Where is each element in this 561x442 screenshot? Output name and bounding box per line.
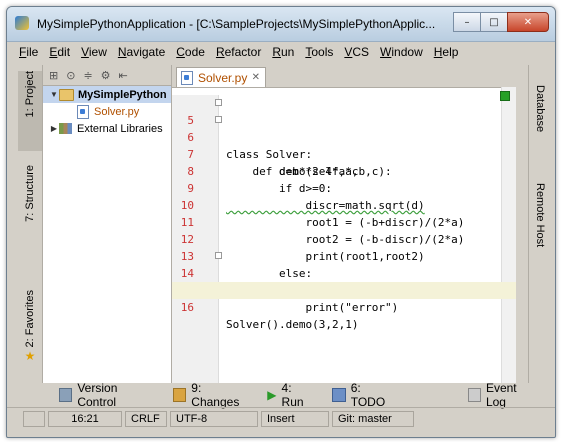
caret-position[interactable]: 16:21 [48, 411, 122, 427]
menu-help[interactable]: Help [434, 45, 459, 59]
tree-item-label: MySimplePython [78, 88, 167, 101]
menu-window[interactable]: Window [380, 45, 423, 59]
menu-code[interactable]: Code [176, 45, 205, 59]
line-separator[interactable]: CRLF [125, 411, 167, 427]
code-line: 10 root1 = (-b+discr)/(2*a) [172, 180, 516, 229]
python-file-icon [77, 104, 89, 119]
library-icon [59, 123, 72, 134]
code-line: 9 discr=math.sqrt(d) [172, 163, 516, 212]
code-line: 11 root2 = (-b-discr)/(2*a) [172, 197, 516, 246]
tab-remote-host-label: Remote Host [534, 183, 546, 248]
tab-database-label: Database [534, 85, 546, 133]
tab-structure-label: 7: Structure [24, 165, 36, 222]
close-tab-icon[interactable]: ✕ [252, 72, 260, 83]
tree-item-external-libraries[interactable]: ▶ External Libraries [43, 120, 171, 137]
editor-tab-solver[interactable]: Solver.py ✕ [176, 67, 266, 87]
code-line: 12 print(root1,root2) [172, 214, 516, 263]
tab-favorites[interactable]: 2: Favorites ★ [18, 290, 42, 376]
editor-tab-bar: Solver.py ✕ [172, 65, 516, 88]
python-file-icon [181, 70, 193, 85]
tree-item-label: External Libraries [77, 122, 163, 135]
code-text: Solver().demo(3,2,1) [226, 318, 359, 331]
code-line: 13 else: [172, 231, 516, 280]
todo-label: 6: TODO [350, 381, 386, 409]
pycharm-icon [15, 16, 29, 30]
code-line: 5 class Solver: [172, 95, 516, 161]
tab-project[interactable]: 1: Project [18, 71, 42, 151]
version-control-button[interactable]: Version Control [59, 381, 155, 409]
changes-label: 9: Changes [191, 381, 240, 409]
project-toolbar: ⊞ ⊙ ≑ ⚙ ⇤ [43, 65, 171, 86]
todo-button[interactable]: 6: TODO [332, 381, 395, 409]
tree-item-solver[interactable]: Solver.py [43, 103, 171, 120]
code-text: print("error") [226, 301, 399, 314]
run-button[interactable]: ▶ 4: Run [267, 381, 314, 409]
right-tool-strip: Database Remote Host [528, 65, 555, 383]
fold-marker-icon[interactable] [215, 116, 222, 123]
project-panel: ⊞ ⊙ ≑ ⚙ ⇤ ▼ MySimplePython Solver.py ▶ E… [43, 65, 172, 383]
code-line: 15 [172, 265, 516, 297]
code-editor[interactable]: Solver.py ✕ 5 class Solver: 6 def demo(s… [172, 65, 516, 383]
tab-remote-host[interactable]: Remote Host [534, 183, 546, 250]
close-button[interactable]: ✕ [507, 12, 549, 32]
run-icon: ▶ [267, 388, 277, 402]
expand-arrow-icon[interactable]: ▶ [49, 124, 59, 133]
code-lines: 5 class Solver: 6 def demo(self,a,b,c): … [172, 95, 516, 331]
window-controls: – □ ✕ [453, 12, 549, 32]
left-tool-strip: 1: Project 7: Structure 2: Favorites ★ [18, 65, 43, 383]
tree-item-label: Solver.py [94, 105, 140, 118]
title-bar[interactable]: MySimplePythonApplication - [C:\SamplePr… [7, 7, 555, 42]
event-log-button[interactable]: Event Log [467, 381, 537, 409]
star-icon: ★ [24, 349, 36, 364]
event-log-icon [467, 388, 481, 402]
code-line: 7 d=b**2-4*a*c [172, 129, 516, 178]
fold-marker-icon[interactable] [215, 99, 222, 106]
folder-icon [59, 88, 74, 101]
code-line-current: 16 Solver().demo(3,2,1) [172, 282, 516, 331]
changes-button[interactable]: 9: Changes [172, 381, 249, 409]
editor-tab-label: Solver.py [198, 70, 248, 85]
version-control-label: Version Control [77, 381, 118, 409]
collapse-arrow-icon[interactable]: ▼ [49, 90, 59, 99]
insert-mode[interactable]: Insert [261, 411, 329, 427]
code-line: 6 def demo(self,a,b,c): [172, 112, 516, 178]
version-control-icon [59, 388, 73, 402]
menu-tools[interactable]: Tools [305, 45, 333, 59]
line-number: 16 [180, 301, 194, 314]
fold-marker-icon[interactable] [215, 252, 222, 259]
settings-icon[interactable]: ⚙ [101, 69, 111, 82]
changes-icon [172, 388, 187, 402]
maximize-button[interactable]: □ [480, 12, 508, 32]
code-line: 14 print("error") [172, 248, 516, 314]
menu-bar: File Edit View Navigate Code Refactor Ru… [7, 43, 555, 61]
status-bar: 16:21 CRLF UTF-8 Insert Git: master [7, 407, 555, 430]
hide-icon[interactable]: ⇤ [119, 69, 128, 82]
tool-windows-toggle-icon[interactable] [23, 411, 45, 427]
sync-icon[interactable]: ⊞ [49, 69, 58, 82]
file-encoding[interactable]: UTF-8 [170, 411, 258, 427]
collapse-all-icon[interactable]: ≑ [83, 69, 92, 82]
ide-window: MySimplePythonApplication - [C:\SamplePr… [6, 6, 556, 438]
bottom-tool-bar: Version Control 9: Changes ▶ 4: Run 6: T… [7, 381, 555, 409]
menu-run[interactable]: Run [272, 45, 294, 59]
menu-view[interactable]: View [81, 45, 107, 59]
vcs-branch[interactable]: Git: master [332, 411, 414, 427]
tree-item-project-root[interactable]: ▼ MySimplePython [43, 86, 171, 103]
event-log-label: Event Log [485, 381, 517, 409]
todo-icon [332, 388, 346, 402]
run-label: 4: Run [281, 381, 304, 409]
minimize-button[interactable]: – [453, 12, 481, 32]
tab-project-label: 1: Project [24, 71, 36, 118]
code-line: 8 if d>=0: [172, 146, 516, 195]
scroll-from-source-icon[interactable]: ⊙ [66, 69, 75, 82]
menu-vcs[interactable]: VCS [344, 45, 369, 59]
tab-structure[interactable]: 7: Structure [18, 165, 42, 245]
window-title: MySimplePythonApplication - [C:\SamplePr… [37, 17, 436, 31]
menu-navigate[interactable]: Navigate [118, 45, 165, 59]
menu-refactor[interactable]: Refactor [216, 45, 261, 59]
tab-favorites-label: 2: Favorites [24, 290, 36, 348]
menu-edit[interactable]: Edit [49, 45, 70, 59]
menu-file[interactable]: File [19, 45, 38, 59]
tab-database[interactable]: Database [534, 85, 546, 135]
